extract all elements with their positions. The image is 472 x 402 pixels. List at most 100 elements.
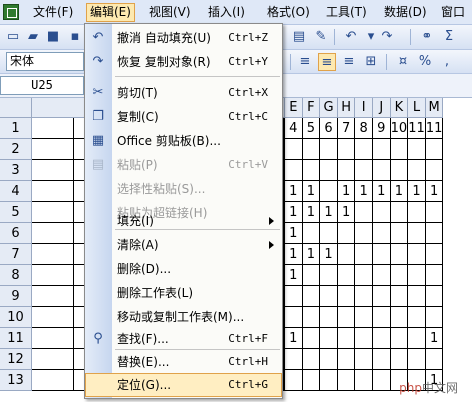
cell-f9[interactable] [302,286,321,307]
cell-h13[interactable] [337,370,356,391]
cell-g10[interactable] [320,307,338,328]
edit-menu-item-1[interactable]: ↷ 恢复 复制对象(R) Ctrl+Y [85,50,282,74]
cell-m4[interactable]: 1 [425,181,444,202]
percent-icon[interactable]: % [416,53,434,71]
cell-j6[interactable] [373,223,391,244]
grid-cell[interactable] [32,244,74,265]
cell-k9[interactable] [390,286,409,307]
cell-f8[interactable] [302,265,321,286]
cell-j3[interactable] [373,160,391,181]
cell-k8[interactable] [390,265,409,286]
cell-e2[interactable] [285,139,303,160]
cell-g5[interactable]: 1 [320,202,338,223]
cell-l3[interactable] [408,160,426,181]
cell-h6[interactable] [337,223,356,244]
cell-i4[interactable]: 1 [355,181,373,202]
cell-f5[interactable]: 1 [302,202,321,223]
cell-k4[interactable]: 1 [390,181,409,202]
edit-menu-item-15[interactable]: 定位(G)... Ctrl+G [85,373,282,397]
new-document-icon[interactable]: ▭ [4,28,22,46]
cell-m5[interactable] [425,202,444,223]
grid-cell[interactable] [32,118,74,139]
align-left-icon[interactable]: ≡ [296,53,314,71]
cell-m7[interactable] [425,244,444,265]
permission-icon[interactable]: ▪ [66,28,84,46]
cell-f4[interactable]: 1 [302,181,321,202]
column-header-f[interactable]: F [302,98,321,118]
edit-menu-item-12[interactable]: 移动或复制工作表(M)... [85,305,282,329]
cell-f3[interactable] [302,160,321,181]
undo-toolbar-icon[interactable]: ↶ [342,28,360,46]
cell-k5[interactable] [390,202,409,223]
cell-m2[interactable] [425,139,444,160]
cell-k7[interactable] [390,244,409,265]
grid-cell[interactable] [32,181,74,202]
cell-k6[interactable] [390,223,409,244]
column-header-g[interactable]: G [320,98,338,118]
cell-i5[interactable] [355,202,373,223]
cell-e7[interactable]: 1 [285,244,303,265]
cell-l7[interactable] [408,244,426,265]
cell-m11[interactable]: 1 [425,328,444,349]
menu-tools[interactable]: 工具(T) [323,3,370,22]
row-header-5[interactable]: 5 [0,202,32,223]
cell-j13[interactable] [373,370,391,391]
excel-app-icon[interactable] [3,4,19,20]
edit-menu-item-3[interactable]: ❐ 复制(C) Ctrl+C [85,105,282,129]
cell-g6[interactable] [320,223,338,244]
cell-l5[interactable] [408,202,426,223]
column-header-m[interactable]: M [425,98,444,118]
row-header-13[interactable]: 13 [0,370,32,391]
open-folder-icon[interactable]: ▰ [24,28,42,46]
cell-l12[interactable] [408,349,426,370]
grid-cell[interactable] [32,202,74,223]
cell-m6[interactable] [425,223,444,244]
save-icon[interactable]: ■ [44,28,62,46]
row-header-8[interactable]: 8 [0,265,32,286]
cell-j9[interactable] [373,286,391,307]
cell-j12[interactable] [373,349,391,370]
cell-h8[interactable] [337,265,356,286]
edit-menu-item-8[interactable]: 填充(I) [85,209,282,233]
grid-cell[interactable] [32,223,74,244]
row-header-4[interactable]: 4 [0,181,32,202]
cell-j11[interactable] [373,328,391,349]
cell-i6[interactable] [355,223,373,244]
grid-cell[interactable] [32,328,74,349]
format-painter-icon[interactable]: ✎ [312,28,330,46]
redo-toolbar-icon[interactable]: ↷ [378,28,396,46]
cell-e4[interactable]: 1 [285,181,303,202]
cell-i9[interactable] [355,286,373,307]
row-header-12[interactable]: 12 [0,349,32,370]
edit-menu-item-2[interactable]: ✂ 剪切(T) Ctrl+X [85,81,282,105]
menu-insert[interactable]: 插入(I) [205,3,248,22]
row-header-6[interactable]: 6 [0,223,32,244]
cell-k10[interactable] [390,307,409,328]
cell-g7[interactable]: 1 [320,244,338,265]
edit-menu-item-10[interactable]: 删除(D)... [85,257,282,281]
column-header-i[interactable]: I [355,98,373,118]
cell-k3[interactable] [390,160,409,181]
cell-g12[interactable] [320,349,338,370]
grid-cell[interactable] [32,286,74,307]
edit-menu-item-9[interactable]: 清除(A) [85,233,282,257]
cell-h10[interactable] [337,307,356,328]
menu-window[interactable]: 窗口 [438,3,468,22]
cell-f11[interactable] [302,328,321,349]
cell-h9[interactable] [337,286,356,307]
align-right-icon[interactable]: ≡ [340,53,358,71]
cell-g11[interactable] [320,328,338,349]
cell-l6[interactable] [408,223,426,244]
cell-e1[interactable]: 4 [285,118,303,139]
cell-e8[interactable]: 1 [285,265,303,286]
cell-m10[interactable] [425,307,444,328]
column-header-j[interactable]: J [373,98,391,118]
cell-i11[interactable] [355,328,373,349]
edit-menu-item-13[interactable]: ⚲ 查找(F)... Ctrl+F [85,327,282,351]
cell-j8[interactable] [373,265,391,286]
cell-h1[interactable]: 7 [337,118,356,139]
cell-i3[interactable] [355,160,373,181]
cell-e13[interactable] [285,370,303,391]
cell-g3[interactable] [320,160,338,181]
edit-menu-item-5[interactable]: ▤ 粘贴(P) Ctrl+V [85,153,282,177]
